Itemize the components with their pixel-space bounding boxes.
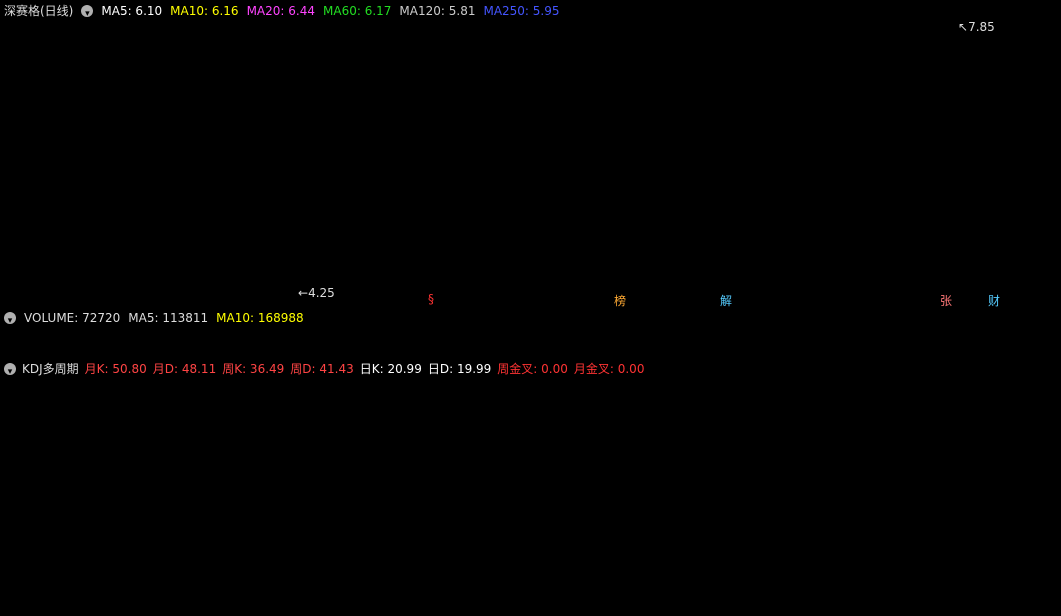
ma250-label: MA250: 5.95 bbox=[483, 4, 560, 18]
volume-header: ▾ VOLUME: 72720 MA5: 113811 MA10: 168988 bbox=[0, 309, 304, 327]
week-d-label: 周D: 41.43 bbox=[290, 362, 354, 376]
ma20-label: MA20: 6.44 bbox=[246, 4, 315, 18]
ma5-label: MA5: 6.10 bbox=[101, 4, 163, 18]
event-tag[interactable]: § bbox=[428, 292, 434, 306]
chevron-down-icon[interactable]: ▾ bbox=[4, 363, 16, 377]
kdj-lines bbox=[0, 379, 1061, 607]
ma120-label: MA120: 5.81 bbox=[399, 4, 476, 18]
event-tag[interactable]: 财 bbox=[988, 292, 1000, 309]
volume-bars bbox=[0, 329, 1061, 357]
ma60-label: MA60: 6.17 bbox=[323, 4, 392, 18]
day-d-label: 日D: 19.99 bbox=[427, 362, 492, 376]
month-k-label: 月K: 50.80 bbox=[84, 362, 147, 376]
event-tag[interactable]: 张 bbox=[940, 292, 952, 309]
kdj-header: ▾ KDJ多周期 月K: 50.80 月D: 48.11 周K: 36.49 周… bbox=[0, 360, 644, 378]
volume-ma5-label: MA5: 113811 bbox=[128, 311, 209, 325]
week-k-label: 周K: 36.49 bbox=[222, 362, 285, 376]
moving-average-lines bbox=[0, 79, 1061, 261]
kdj-title: KDJ多周期 bbox=[22, 362, 79, 376]
month-d-label: 月D: 48.11 bbox=[152, 362, 217, 376]
chevron-down-icon[interactable]: ▾ bbox=[81, 5, 94, 19]
candlestick-series bbox=[4, 53, 1053, 276]
day-k-label: 日K: 20.99 bbox=[359, 362, 422, 376]
main-header: 深赛格(日线) ▾ MA5: 6.10 MA10: 6.16 MA20: 6.4… bbox=[0, 2, 560, 20]
event-tag[interactable]: 解 bbox=[720, 292, 732, 309]
event-tag[interactable]: 榜 bbox=[614, 292, 626, 309]
stock-title[interactable]: 深赛格(日线) bbox=[4, 2, 73, 20]
ma10-label: MA10: 6.16 bbox=[170, 4, 239, 18]
low-price-annotation: ←4.25 bbox=[298, 286, 335, 300]
high-price-annotation: ↖7.85 bbox=[958, 20, 995, 34]
chart-canvas[interactable] bbox=[0, 0, 1061, 616]
volume-label: VOLUME: 72720 bbox=[24, 311, 121, 325]
chevron-down-icon[interactable]: ▾ bbox=[4, 312, 16, 326]
week-golden-cross-label: 周金叉: 0.00 bbox=[497, 362, 568, 376]
low-price-label: 4.25 bbox=[308, 286, 335, 300]
month-golden-cross-label: 月金叉: 0.00 bbox=[573, 362, 645, 376]
volume-ma10-label: MA10: 168988 bbox=[216, 311, 304, 325]
high-price-label: 7.85 bbox=[968, 20, 995, 34]
